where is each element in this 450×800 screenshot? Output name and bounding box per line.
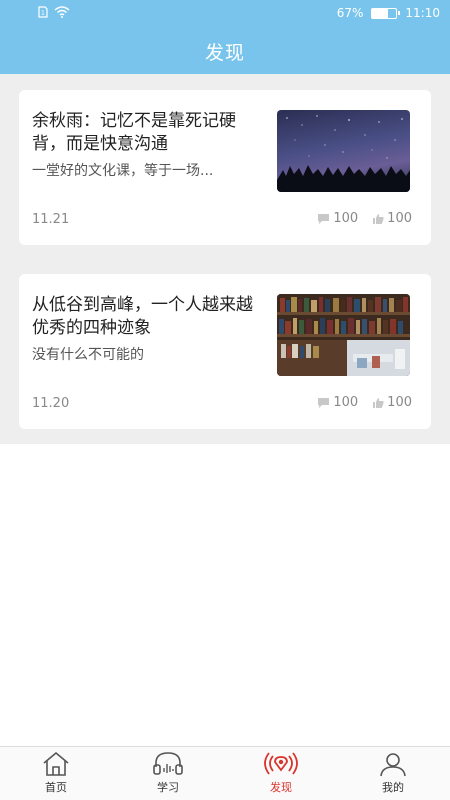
article-title[interactable]: 从低谷到高峰，一个人越来越优秀的四种迹象 <box>32 294 264 340</box>
thumbs-up-icon <box>373 213 384 224</box>
tab-label-discover: 发现 <box>270 781 292 794</box>
headphones-icon <box>153 752 183 775</box>
article-card[interactable]: 从低谷到高峰，一个人越来越优秀的四种迹象 没有什么不可能的 11.20 100 … <box>19 274 431 429</box>
broadcast-icon <box>264 752 298 775</box>
tab-study[interactable]: 学习 <box>128 751 208 795</box>
thumbs-up-icon <box>373 397 384 408</box>
clock: 11:10 <box>405 6 440 20</box>
battery-level-fill <box>372 8 389 18</box>
article-date: 11.20 <box>32 396 70 411</box>
article-date: 11.21 <box>32 212 70 227</box>
comment-stat[interactable]: 100 <box>317 395 358 410</box>
battery-percent: 67% <box>336 6 364 20</box>
svg-text:1: 1 <box>41 10 45 17</box>
user-icon <box>380 753 406 777</box>
library-bookshelves-image <box>277 294 410 376</box>
like-count: 100 <box>387 395 412 410</box>
comment-stat[interactable]: 100 <box>317 211 358 226</box>
status-right: 67% 11:10 <box>337 6 440 20</box>
comment-icon <box>318 213 330 224</box>
article-stats: 100 100 <box>317 395 412 410</box>
article-feed[interactable]: 余秋雨：记忆不是靠死记硬背，而是快意沟通 一堂好的文化课，等于一场... 11.… <box>0 74 450 444</box>
status-bar: 1 67% 11:10 <box>0 0 450 28</box>
article-card[interactable]: 余秋雨：记忆不是靠死记硬背，而是快意沟通 一堂好的文化课，等于一场... 11.… <box>19 90 431 245</box>
tab-label-study: 学习 <box>157 781 179 794</box>
comment-count: 100 <box>333 211 359 226</box>
comment-icon <box>318 397 330 408</box>
app-header: 1 67% 11:10 发现 <box>0 0 450 74</box>
tab-label-mine: 我的 <box>382 781 404 794</box>
article-summary: 没有什么不可能的 <box>32 347 144 363</box>
sim-card-icon: 1 <box>38 6 48 18</box>
tab-home[interactable]: 首页 <box>16 751 96 795</box>
status-left: 1 <box>38 6 70 18</box>
comment-count: 100 <box>333 395 359 410</box>
article-stats: 100 100 <box>317 211 412 226</box>
bottom-tab-bar: 首页 学习 发现 我的 <box>0 746 450 800</box>
page-title: 发现 <box>204 42 245 64</box>
starry-night-image <box>277 115 410 192</box>
battery-icon <box>371 7 401 19</box>
tab-mine[interactable]: 我的 <box>353 751 433 795</box>
article-title[interactable]: 余秋雨：记忆不是靠死记硬背，而是快意沟通 <box>32 110 264 156</box>
article-thumbnail[interactable] <box>277 110 410 192</box>
like-count: 100 <box>387 211 412 226</box>
article-thumbnail[interactable] <box>277 294 410 376</box>
tab-label-home: 首页 <box>45 781 67 794</box>
tab-discover[interactable]: 发现 <box>241 751 321 795</box>
article-summary: 一堂好的文化课，等于一场... <box>32 163 214 179</box>
home-icon <box>43 751 69 776</box>
like-stat[interactable]: 100 <box>372 395 412 410</box>
wifi-icon <box>54 6 70 18</box>
like-stat[interactable]: 100 <box>372 211 412 226</box>
